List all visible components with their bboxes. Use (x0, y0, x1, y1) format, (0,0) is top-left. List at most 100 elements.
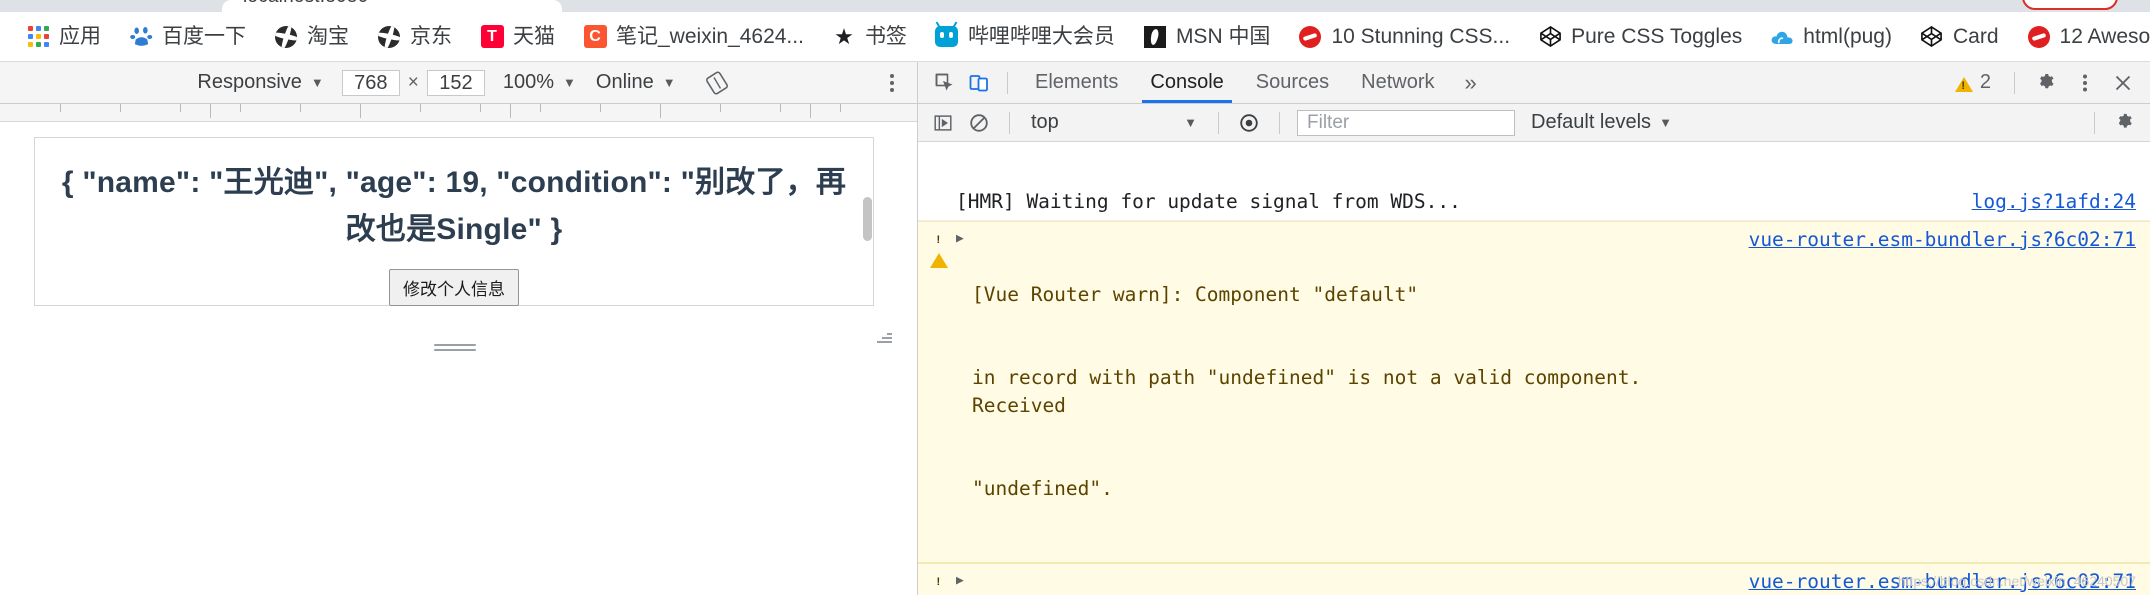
devtools-panel: Elements Console Sources Network » 2 (917, 62, 2150, 595)
bookmark-label: Card (1952, 25, 1999, 48)
expand-arrow-icon[interactable]: ▶ (956, 568, 972, 590)
bookmark-shuqian[interactable]: ★ 书签 (820, 21, 919, 53)
tab-url-text: localhost:8080 (243, 0, 368, 8)
baidu-icon (129, 25, 153, 49)
toolbar-divider (1007, 71, 1008, 94)
viewport-width-input[interactable]: 768 (341, 69, 400, 96)
more-tabs-button[interactable]: » (1451, 66, 1491, 100)
console-message[interactable]: ▶ [Vue Router warn]: Component "default"… (918, 220, 2150, 563)
viewport-resize-corner[interactable] (876, 328, 894, 346)
message-line: in record with path "undefined" is not a… (972, 366, 1653, 417)
bookmark-label: 哔哩哔哩大会员 (967, 25, 1115, 48)
devtools-tab-bar: Elements Console Sources Network » 2 (918, 62, 2150, 104)
bookmark-baidu[interactable]: 百度一下 (117, 21, 258, 53)
star-icon: ★ (834, 23, 854, 49)
message-line: [Vue Router warn]: Component "default" (972, 283, 1419, 307)
toolbar-divider (1218, 111, 1219, 134)
bookmark-label: 12 Awesome (2059, 25, 2150, 48)
bookmark-html-pug[interactable]: html(pug) (1758, 21, 1904, 53)
console-levels-label: Default levels (1531, 111, 1652, 133)
bookmark-label: Pure CSS Toggles (1571, 25, 1743, 48)
clear-console-icon[interactable] (962, 108, 996, 138)
bookmark-label: 天猫 (513, 25, 555, 48)
toolbar-divider (1009, 111, 1010, 134)
bookmark-taobao[interactable]: 淘宝 (262, 21, 361, 53)
bookmark-jd[interactable]: 京东 (365, 21, 464, 53)
cloud-icon (1770, 25, 1794, 49)
chevron-down-icon: ▼ (662, 75, 676, 90)
console-sidebar-icon[interactable] (926, 108, 960, 138)
message-source-link[interactable]: vue-router.esm-bundler.js?6c02:71 (1749, 226, 2136, 254)
throttling-dropdown[interactable]: Online ▼ (586, 67, 686, 98)
top-right-button[interactable] (2022, 0, 2118, 10)
bookmark-bilibili[interactable]: 哔哩哔哩大会员 (923, 21, 1127, 53)
bookmark-label: 京东 (410, 25, 452, 48)
csdn-c-icon: C (583, 25, 607, 49)
live-expression-icon[interactable] (1232, 108, 1266, 138)
tab-network[interactable]: Network (1345, 63, 1450, 102)
bookmark-label: 笔记_weixin_4624... (616, 25, 804, 48)
expand-arrow-icon[interactable]: ▶ (956, 226, 972, 248)
message-gutter (930, 226, 956, 268)
bookmark-label: 淘宝 (307, 25, 349, 48)
bookmark-label: 书签 (864, 25, 907, 48)
gear-icon[interactable] (2030, 68, 2064, 98)
device-preset-dropdown[interactable]: Responsive ▼ (187, 67, 333, 98)
apps-grid-icon (26, 25, 50, 49)
message-text: [Vue Router warn]: Unexpected error when… (972, 568, 1749, 595)
bookmark-card[interactable]: Card (1908, 21, 2011, 53)
warning-triangle-icon (1954, 77, 1973, 92)
bilibili-icon (935, 25, 959, 49)
bookmark-pure-css-toggles[interactable]: Pure CSS Toggles (1526, 21, 1754, 53)
inspect-cursor-icon[interactable] (928, 68, 962, 98)
tab-elements[interactable]: Elements (1019, 63, 1134, 102)
console-levels-dropdown[interactable]: Default levels ▼ (1521, 111, 1682, 134)
csdn-icon (2027, 25, 2051, 49)
bookmark-label: html(pug) (1803, 25, 1892, 48)
bookmark-csdn-note[interactable]: C 笔记_weixin_4624... (571, 21, 816, 53)
close-icon[interactable] (2106, 68, 2140, 98)
bookmark-12-awesome[interactable]: 12 Awesome (2015, 21, 2150, 53)
msn-icon (1143, 25, 1167, 49)
tab-sources[interactable]: Sources (1240, 63, 1345, 102)
bookmark-label: 10 Stunning CSS... (1331, 25, 1511, 48)
modify-personal-info-button[interactable]: 修改个人信息 (389, 269, 519, 306)
bookmark-msn[interactable]: MSN 中国 (1131, 21, 1283, 53)
bookmarks-bar: 应用 百度一下 淘宝 京东 T 天猫 C 笔记_weixin_4624... ★… (0, 12, 2150, 62)
console-context-dropdown[interactable]: top ▼ (1023, 110, 1205, 136)
message-gutter (930, 188, 956, 190)
codepen-icon (1538, 25, 1562, 49)
bookmark-label: 百度一下 (162, 25, 246, 48)
tmall-icon: T (480, 25, 504, 49)
user-info-card: { "name": "王光迪", "age": 19, "condition":… (34, 137, 874, 306)
bookmark-tmall[interactable]: T 天猫 (468, 21, 567, 53)
viewport-scrollbar[interactable] (863, 197, 872, 241)
toolbar-divider (2094, 111, 2095, 134)
message-source-link[interactable]: log.js?1afd:24 (1972, 188, 2136, 216)
tab-console[interactable]: Console (1134, 63, 1239, 103)
device-toolbar-icon[interactable] (962, 68, 996, 98)
device-toolbar-kebab-menu[interactable] (881, 71, 903, 100)
viewport-height-input[interactable]: 152 (426, 69, 485, 96)
chevron-down-icon: ▼ (563, 75, 576, 90)
warning-triangle-icon (930, 571, 948, 595)
rendered-page: { "name": "王光迪", "age": 19, "condition":… (0, 122, 898, 351)
console-message-list[interactable]: [HMR] Waiting for update signal from WDS… (918, 184, 2150, 595)
device-emulation-toolbar: Responsive ▼ 768 × 152 100% ▼ Online ▼ (0, 62, 917, 104)
console-settings-gear-icon[interactable] (2108, 108, 2142, 138)
console-message[interactable]: [HMR] Waiting for update signal from WDS… (918, 184, 2150, 221)
console-context-label: top (1031, 111, 1059, 133)
rotate-icon[interactable] (704, 70, 730, 96)
kebab-menu-icon[interactable] (2068, 68, 2102, 98)
csdn-icon (1298, 25, 1322, 49)
viewport-resize-handle-bottom[interactable] (434, 344, 476, 352)
browser-tab-strip: localhost:8080 (0, 0, 2150, 12)
toolbar-divider (2014, 71, 2015, 94)
message-gutter (930, 568, 956, 595)
bookmark-label: 应用 (59, 25, 101, 48)
bookmark-css-article[interactable]: 10 Stunning CSS... (1286, 21, 1522, 53)
console-filter-input[interactable]: Filter (1297, 109, 1515, 136)
bookmark-apps[interactable]: 应用 (14, 21, 113, 53)
warning-count-badge[interactable]: 2 (1947, 71, 1999, 94)
zoom-dropdown[interactable]: 100% ▼ (493, 67, 586, 98)
